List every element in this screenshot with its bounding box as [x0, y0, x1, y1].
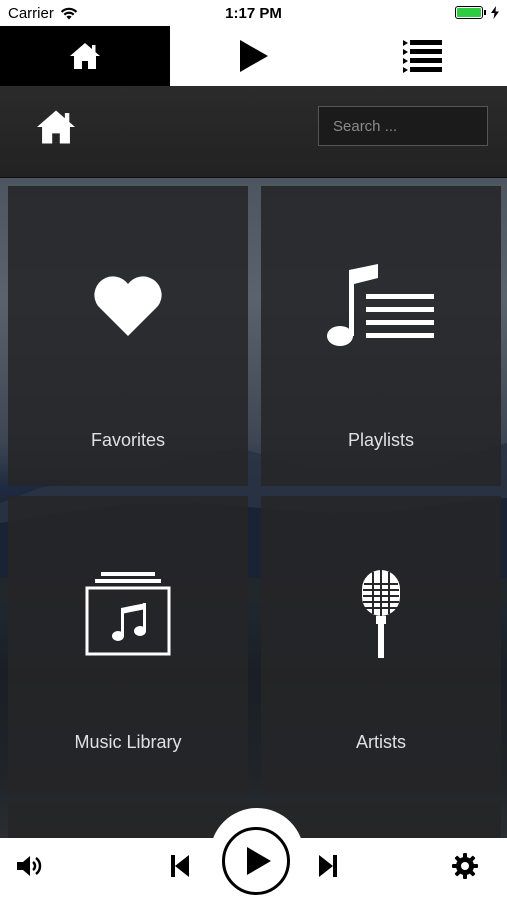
tab-now-playing[interactable] [170, 26, 338, 86]
top-tab-bar [0, 26, 507, 86]
heart-icon [94, 276, 162, 336]
tab-home[interactable] [0, 26, 170, 86]
microphone-icon [362, 570, 400, 658]
play-icon [246, 847, 271, 875]
tile-artists[interactable]: Artists [261, 496, 501, 792]
header [0, 86, 507, 178]
playlist-icon [327, 264, 434, 346]
status-bar: Carrier 1:17 PM [0, 0, 507, 26]
content-area: Favorites Playlists Music Library Artist… [0, 178, 507, 838]
tile-music-library[interactable]: Music Library [8, 496, 248, 792]
status-time: 1:17 PM [225, 5, 282, 22]
tile-label: Artists [355, 732, 406, 752]
tile-playlists[interactable]: Playlists [261, 186, 501, 486]
tile-label: Favorites [90, 430, 166, 450]
settings-button[interactable] [450, 851, 480, 881]
previous-icon [171, 855, 189, 877]
play-button[interactable] [222, 827, 290, 895]
volume-button[interactable] [14, 852, 44, 880]
tile-label: Playlists [347, 430, 414, 450]
tile-favorites[interactable]: Favorites [8, 186, 248, 486]
tab-queue[interactable] [338, 26, 507, 86]
home-icon [37, 110, 75, 144]
list-icon [402, 40, 442, 73]
next-icon [319, 855, 337, 877]
previous-button[interactable] [166, 852, 194, 880]
home-icon [70, 43, 100, 69]
search-input[interactable] [318, 106, 488, 146]
battery-indicator [455, 6, 499, 19]
tile-label: Music Library [74, 732, 182, 752]
music-library-icon [85, 572, 171, 656]
battery-icon [455, 6, 486, 19]
charging-bolt-icon [491, 6, 499, 19]
header-home-button[interactable] [34, 108, 78, 151]
volume-icon [17, 856, 42, 876]
next-button[interactable] [314, 852, 342, 880]
settings-icon [452, 853, 478, 879]
play-icon [240, 40, 268, 72]
